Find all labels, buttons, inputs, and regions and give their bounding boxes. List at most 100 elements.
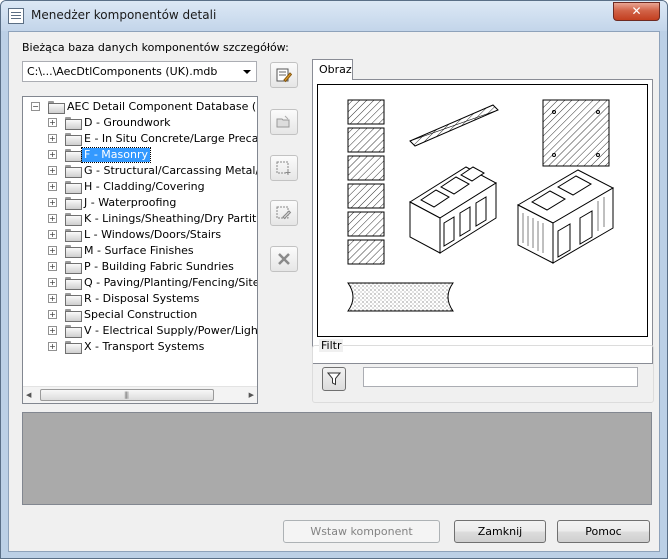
expand-icon[interactable]: + [48,246,57,255]
folder-icon [65,261,82,274]
tree-item[interactable]: + P - Building Fabric Sundries [23,259,257,275]
horizontal-scrollbar[interactable]: ◀ ||| ▶ [23,386,257,403]
tree-item-label: E - In Situ Concrete/Large Precast C [84,132,258,145]
folder-icon [65,245,82,258]
expand-icon[interactable]: + [48,182,57,191]
expand-icon[interactable]: + [48,326,57,335]
tree-item-label: D - Groundwork [84,116,171,129]
funnel-icon [327,372,341,386]
new-component-icon [276,161,291,175]
folder-icon [65,117,82,130]
tree-item-label: Special Construction [84,308,198,321]
tree-item[interactable]: + F - Masonry [23,147,257,163]
open-folder-button[interactable] [270,109,298,135]
tree-item-label: K - Linings/Sheathing/Dry Partitionir [84,212,257,225]
expand-icon[interactable]: + [48,166,57,175]
masonry-preview-drawing [347,99,615,312]
component-tree[interactable]: − AEC Detail Component Database (UK) + D - … [22,96,258,404]
tree-item[interactable]: + D - Groundwork [23,115,257,131]
tree-item[interactable]: + X - Transport Systems [23,339,257,355]
tree-item-label: M - Surface Finishes [84,244,194,257]
folder-open-icon [48,101,65,114]
folder-icon [65,197,82,210]
title-bar: Menedżer komponentów detali ✕ [1,1,667,31]
edit-database-icon [276,68,292,83]
folder-icon [65,229,82,242]
database-select[interactable]: C:\...\AecDtlComponents (UK).mdb [22,61,257,82]
tree-item[interactable]: + G - Structural/Carcassing Metal/Tim [23,163,257,179]
app-icon [8,8,24,24]
tree-item[interactable]: + V - Electrical Supply/Power/Lighting [23,323,257,339]
tree-item[interactable]: + Special Construction [23,307,257,323]
close-button[interactable]: Zamknij [454,520,546,543]
tree-item-label: J - Waterproofing [84,196,177,209]
scroll-left-icon[interactable]: ◀ [26,391,31,399]
folder-icon [65,277,82,290]
folder-icon [65,165,82,178]
tree-item[interactable]: + Q - Paving/Planting/Fencing/Site Fu [23,275,257,291]
expand-icon[interactable]: + [48,214,57,223]
expand-icon[interactable]: + [48,150,57,159]
expand-icon[interactable]: + [48,198,57,207]
tree-item-label: F - Masonry [81,147,151,163]
tab-obraz[interactable]: Obraz [312,59,353,80]
folder-icon [65,181,82,194]
collapse-icon[interactable]: − [31,102,40,111]
brick-column-drawing [347,99,385,265]
delete-button[interactable] [270,246,298,272]
dialog-window: Menedżer komponentów detali ✕ Bieżąca ba… [0,0,668,559]
tree-item-label: Q - Paving/Planting/Fencing/Site Fu [84,276,258,289]
database-select-value: C:\...\AecDtlComponents (UK).mdb [27,65,218,78]
tree-item-label: P - Building Fabric Sundries [84,260,234,273]
new-component-button[interactable] [270,155,298,181]
tree-item-label: V - Electrical Supply/Power/Lighting [84,324,258,337]
tree-item[interactable]: + K - Linings/Sheathing/Dry Partitionir [23,211,257,227]
expand-icon[interactable]: + [48,294,57,303]
expand-icon[interactable]: + [48,118,57,127]
tree-item-label: G - Structural/Carcassing Metal/Tim [84,164,257,177]
folder-icon [65,149,82,162]
tree-root-node[interactable]: − AEC Detail Component Database (UK) [23,99,257,115]
component-preview-image [317,84,648,337]
tree-item[interactable]: + E - In Situ Concrete/Large Precast C [23,131,257,147]
hollow-block-drawing [409,166,497,254]
expand-icon[interactable]: + [48,310,57,319]
tree-item[interactable]: + J - Waterproofing [23,195,257,211]
tree-item[interactable]: + L - Windows/Doors/Stairs [23,227,257,243]
window-title: Menedżer komponentów detali [31,8,217,22]
tree-item-label: L - Windows/Doors/Stairs [84,228,222,241]
stippled-unit-drawing [347,282,454,312]
lintel-drawing [409,104,499,147]
hatched-block-drawing [542,99,610,167]
tree-item-label: R - Disposal Systems [84,292,200,305]
filter-input[interactable] [363,367,638,387]
tree-item[interactable]: + H - Cladding/Covering [23,179,257,195]
tree-item[interactable]: + R - Disposal Systems [23,291,257,307]
scroll-right-icon[interactable]: ▶ [249,391,254,399]
edit-database-button[interactable] [270,62,298,88]
expand-icon[interactable]: + [48,134,57,143]
split-block-drawing [516,169,615,264]
preview-tabs: Obraz [312,59,654,364]
folder-icon [65,341,82,354]
scrollbar-thumb[interactable]: ||| [40,389,214,401]
open-folder-icon [276,115,290,128]
filter-label: Filtr [319,339,344,352]
close-window-button[interactable]: ✕ [613,2,660,21]
help-button[interactable]: Pomoc [557,520,650,543]
folder-icon [65,213,82,226]
tree-item-label: H - Cladding/Covering [84,180,205,193]
folder-icon [65,133,82,146]
expand-icon[interactable]: + [48,230,57,239]
tree-root-label: AEC Detail Component Database (UK) [67,100,258,113]
insert-component-button[interactable]: Wstaw komponent [283,520,440,543]
filter-button[interactable] [322,367,346,391]
expand-icon[interactable]: + [48,278,57,287]
edit-component-icon [276,206,292,220]
edit-component-button[interactable] [270,200,298,226]
chevron-down-icon [243,70,251,74]
tree-item[interactable]: + M - Surface Finishes [23,243,257,259]
description-area [22,412,652,505]
expand-icon[interactable]: + [48,262,57,271]
expand-icon[interactable]: + [48,342,57,351]
